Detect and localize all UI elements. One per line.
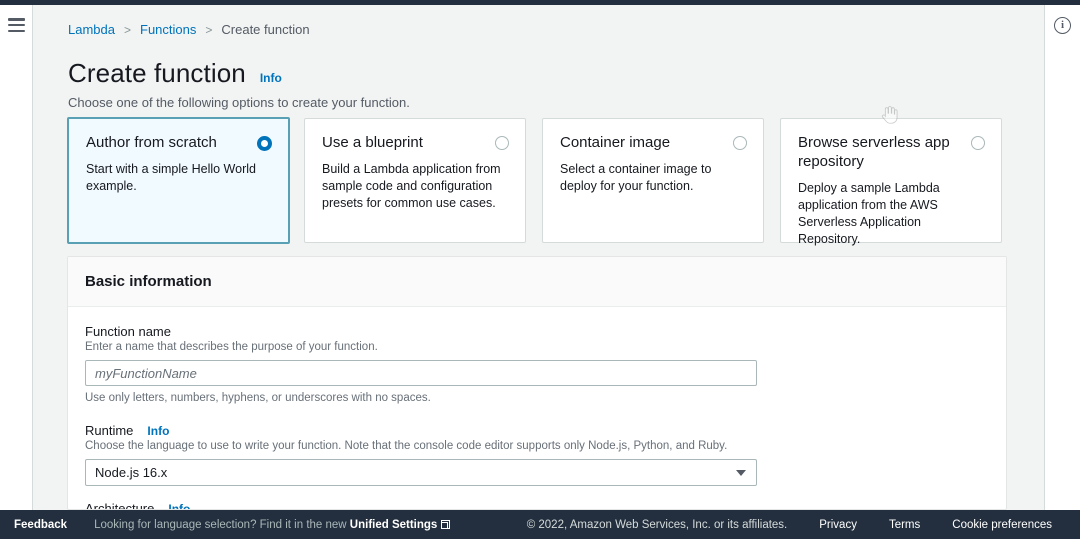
option-card-title: Use a blueprint	[322, 134, 423, 151]
unified-settings-link[interactable]: Unified Settings	[350, 519, 438, 531]
radio-button-icon[interactable]	[733, 136, 747, 150]
left-navigation-rail	[0, 5, 33, 510]
creation-option-cards: Author from scratch Start with a simple …	[67, 113, 1007, 246]
runtime-select[interactable]: Node.js 16.x	[85, 459, 757, 486]
function-name-constraint: Use only letters, numbers, hyphens, or u…	[85, 392, 431, 404]
feedback-link[interactable]: Feedback	[14, 519, 67, 531]
aws-lambda-create-function-page: i Lambda > Functions > Create function C…	[0, 0, 1080, 539]
info-icon[interactable]: i	[1054, 17, 1071, 34]
footer-right-group: © 2022, Amazon Web Services, Inc. or its…	[527, 519, 1080, 531]
architecture-label: Architecture	[85, 501, 155, 510]
function-name-label: Function name	[85, 324, 171, 339]
external-link-icon	[441, 519, 451, 529]
language-note-text: Looking for language selection? Find it …	[94, 518, 350, 531]
privacy-link[interactable]: Privacy	[819, 519, 857, 531]
page-title: Create function	[68, 58, 246, 88]
function-name-input[interactable]	[85, 360, 757, 386]
breadcrumb-item-create-function: Create function	[221, 22, 310, 37]
language-selection-note: Looking for language selection? Find it …	[94, 518, 451, 531]
option-card-container-image[interactable]: Container image Select a container image…	[542, 118, 764, 243]
right-help-rail: i	[1044, 5, 1080, 510]
main-content: Lambda > Functions > Create function Cre…	[33, 5, 1044, 510]
option-card-author-from-scratch[interactable]: Author from scratch Start with a simple …	[67, 117, 290, 244]
radio-button-icon[interactable]	[971, 136, 985, 150]
panel-body: Function name Enter a name that describe…	[68, 307, 1006, 510]
chevron-down-icon	[736, 470, 746, 476]
breadcrumb-separator-icon: >	[123, 22, 131, 37]
option-card-description: Select a container image to deploy for y…	[560, 162, 712, 193]
page-footer: Feedback Looking for language selection?…	[0, 510, 1080, 539]
page-info-link[interactable]: Info	[260, 71, 282, 85]
breadcrumb-item-functions[interactable]: Functions	[140, 22, 196, 37]
panel-header: Basic information	[68, 257, 1006, 307]
copyright-text: © 2022, Amazon Web Services, Inc. or its…	[526, 518, 788, 531]
hamburger-menu-icon[interactable]	[8, 18, 25, 33]
cookie-preferences-link[interactable]: Cookie preferences	[952, 519, 1052, 531]
option-card-description: Build a Lambda application from sample c…	[322, 162, 501, 210]
option-card-use-a-blueprint[interactable]: Use a blueprint Build a Lambda applicati…	[304, 118, 526, 243]
option-card-title: Browse serverless app repository	[798, 134, 950, 170]
terms-link[interactable]: Terms	[889, 519, 920, 531]
architecture-info-link[interactable]: Info	[168, 502, 190, 509]
runtime-selected-value: Node.js 16.x	[95, 465, 168, 480]
breadcrumb-item-lambda[interactable]: Lambda	[68, 22, 115, 37]
card-title-row: Browse serverless app repository	[798, 133, 985, 171]
option-card-title: Container image	[560, 134, 671, 151]
page-header: Create function Info	[68, 58, 282, 89]
basic-information-panel: Basic information Function name Enter a …	[67, 256, 1007, 510]
card-title-row: Container image	[560, 133, 747, 152]
breadcrumb-separator-icon: >	[205, 22, 213, 37]
breadcrumb: Lambda > Functions > Create function	[68, 22, 310, 37]
architecture-label-row: Architecture Info	[85, 501, 989, 510]
option-card-title: Author from scratch	[86, 134, 217, 151]
function-name-hint: Enter a name that describes the purpose …	[85, 341, 378, 353]
option-card-browse-serverless-app-repository[interactable]: Browse serverless app repository Deploy …	[780, 118, 1002, 246]
option-card-description: Deploy a sample Lambda application from …	[798, 181, 940, 246]
page-subtitle: Choose one of the following options to c…	[68, 95, 410, 110]
runtime-label: Runtime	[85, 423, 134, 438]
panel-title: Basic information	[85, 273, 212, 290]
runtime-label-row: Runtime Info	[85, 423, 989, 438]
option-card-description: Start with a simple Hello World example.	[86, 162, 256, 193]
radio-button-icon[interactable]	[495, 136, 509, 150]
radio-button-selected-icon[interactable]	[257, 136, 272, 151]
card-title-row: Use a blueprint	[322, 133, 509, 152]
card-title-row: Author from scratch	[86, 133, 272, 152]
runtime-info-link[interactable]: Info	[147, 424, 169, 438]
runtime-hint: Choose the language to use to write your…	[85, 440, 728, 452]
